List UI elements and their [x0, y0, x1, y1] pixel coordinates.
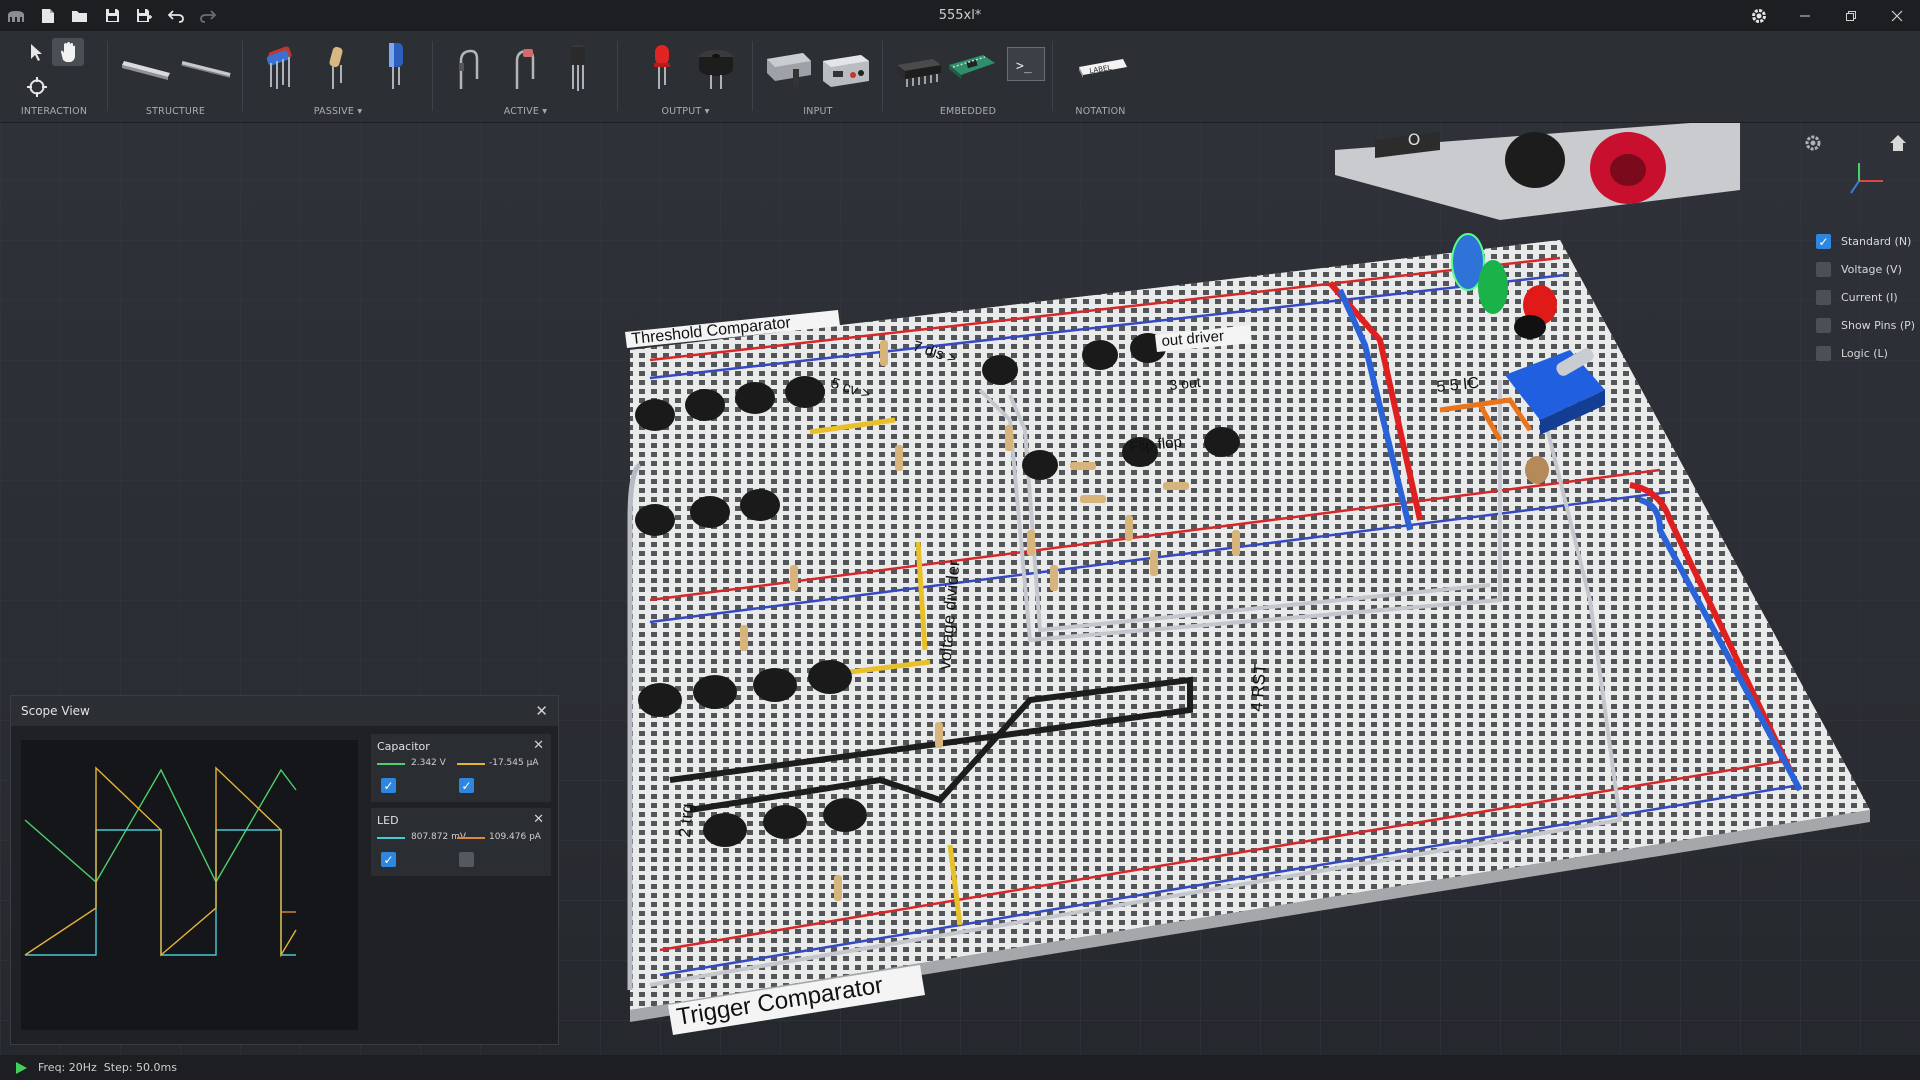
group-label-active[interactable]: ACTIVE ▾ [433, 106, 618, 117]
toolbar-group-notation: LABEL NOTATION [1053, 31, 1148, 123]
group-label-output[interactable]: OUTPUT ▾ [618, 106, 753, 117]
wire-tool-icon[interactable] [118, 53, 174, 87]
toolbar-group-active: ACTIVE ▾ [433, 31, 618, 123]
title-bar: 555xl* [0, 0, 1920, 31]
checkbox-show-pins[interactable] [1816, 318, 1831, 333]
new-file-icon[interactable] [32, 0, 64, 31]
play-simulation-icon[interactable] [14, 1061, 28, 1075]
capacitor-current-trace [24, 766, 297, 958]
led-current-checkbox[interactable] [459, 852, 474, 867]
axis-gizmo-icon[interactable] [1845, 161, 1891, 201]
svg-text:>_: >_ [1016, 59, 1032, 74]
checkbox-current[interactable] [1816, 290, 1831, 305]
option-show-pins[interactable]: Show Pins (P) [1816, 318, 1915, 333]
oscilloscope-plot[interactable] [21, 740, 358, 1030]
remove-channel-led-icon[interactable]: ✕ [533, 812, 544, 827]
app-logo-icon[interactable] [0, 0, 32, 31]
window-title: 555xl* [938, 8, 982, 23]
jumper-tool-icon[interactable] [178, 55, 234, 85]
group-label-embedded: EMBEDDED [939, 106, 997, 117]
buzzer-icon[interactable] [696, 45, 736, 95]
redo-icon[interactable] [192, 0, 224, 31]
led-current-value: 109.476 pA [489, 832, 541, 842]
led-voltage-swatch [377, 837, 405, 839]
select-cursor-icon[interactable] [24, 41, 46, 63]
channel-led[interactable]: LED ✕ 807.872 mV 109.476 pA ✓ [371, 808, 551, 876]
capacitor-current-value: -17.545 µA [489, 758, 539, 768]
save-as-icon[interactable] [128, 0, 160, 31]
resistor-icon[interactable] [321, 43, 351, 97]
remove-channel-capacitor-icon[interactable]: ✕ [533, 738, 544, 753]
save-icon[interactable] [96, 0, 128, 31]
home-view-icon[interactable] [1888, 133, 1908, 157]
led-voltage-checkbox[interactable]: ✓ [381, 852, 396, 867]
resistor-network-icon[interactable] [261, 43, 301, 97]
label-trg: 2 trg [675, 803, 697, 839]
group-label-input: INPUT [803, 106, 833, 117]
open-folder-icon[interactable] [64, 0, 96, 31]
app-window: 555xl* INTERACTION STRUCTURE PASSIVE ▾ A… [0, 0, 1920, 1080]
scope-header[interactable]: Scope View ✕ [11, 696, 558, 726]
toolbar-group-embedded: >_ EMBEDDED [883, 31, 1053, 123]
group-label-structure: STRUCTURE [145, 106, 206, 117]
channel-capacitor-name: Capacitor [377, 740, 430, 753]
option-voltage[interactable]: Voltage (V) [1816, 262, 1902, 277]
settings-gear-icon[interactable] [1736, 0, 1782, 31]
checkbox-voltage[interactable] [1816, 262, 1831, 277]
capacitor-icon[interactable] [381, 41, 411, 97]
toolbar-group-structure: STRUCTURE [108, 31, 243, 123]
capacitor-voltage-swatch [377, 763, 405, 765]
option-standard[interactable]: ✓ Standard (N) [1816, 234, 1911, 249]
ic-chip-icon[interactable] [893, 51, 945, 95]
toolbar-group-input: INPUT [753, 31, 883, 123]
channel-capacitor[interactable]: Capacitor ✕ 2.342 V -17.545 µA ✓ ✓ [371, 734, 551, 802]
label-tag-icon[interactable]: LABEL [1075, 53, 1131, 89]
transistor-icon[interactable] [563, 43, 593, 97]
hand-tool-icon[interactable] [52, 38, 84, 66]
option-current[interactable]: Current (I) [1816, 290, 1898, 305]
group-label-interaction: INTERACTION [20, 106, 88, 117]
checkbox-standard[interactable]: ✓ [1816, 234, 1831, 249]
undo-icon[interactable] [160, 0, 192, 31]
toolbar-group-passive: PASSIVE ▾ [243, 31, 433, 123]
restore-icon[interactable] [1828, 0, 1874, 31]
capacitor-current-checkbox[interactable]: ✓ [459, 778, 474, 793]
status-bar: Freq: 20Hz Step: 50.0ms [0, 1055, 1920, 1080]
led-current-swatch [457, 837, 485, 839]
component-toolbar: INTERACTION STRUCTURE PASSIVE ▾ ACTIVE ▾… [0, 31, 1920, 123]
capacitor-voltage-value: 2.342 V [411, 758, 446, 768]
group-label-passive[interactable]: PASSIVE ▾ [243, 106, 433, 117]
viewport-settings-gear-icon[interactable] [1803, 133, 1823, 157]
scope-title: Scope View [21, 704, 90, 718]
terminal-console-icon[interactable]: >_ [1007, 47, 1045, 81]
power-switch-label: O [1408, 130, 1421, 149]
power-supply-icon[interactable] [819, 51, 871, 95]
option-logic[interactable]: Logic (L) [1816, 346, 1888, 361]
label-out: 3 out [1169, 374, 1202, 393]
red-led-icon[interactable] [650, 41, 674, 97]
close-window-icon[interactable] [1874, 0, 1920, 31]
checkbox-logic[interactable] [1816, 346, 1831, 361]
toolbar-group-interaction: INTERACTION [0, 31, 108, 123]
group-label-notation: NOTATION [1075, 106, 1126, 117]
capacitor-current-swatch [457, 763, 485, 765]
diode-icon[interactable] [453, 45, 483, 97]
microcontroller-board-icon[interactable] [945, 47, 997, 95]
close-scope-icon[interactable]: ✕ [535, 702, 548, 720]
led-diode-icon[interactable] [509, 45, 539, 97]
minimize-icon[interactable] [1782, 0, 1828, 31]
capacitor-voltage-checkbox[interactable]: ✓ [381, 778, 396, 793]
channel-led-name: LED [377, 814, 399, 827]
simulation-status-text: Freq: 20Hz Step: 50.0ms [38, 1061, 177, 1074]
scope-view-panel[interactable]: Scope View ✕ Capacitor ✕ 2.342 V -17.545… [10, 695, 559, 1045]
switch-input-icon[interactable] [763, 47, 815, 95]
crosshair-probe-icon[interactable] [26, 76, 48, 98]
toolbar-group-output: OUTPUT ▾ [618, 31, 753, 123]
